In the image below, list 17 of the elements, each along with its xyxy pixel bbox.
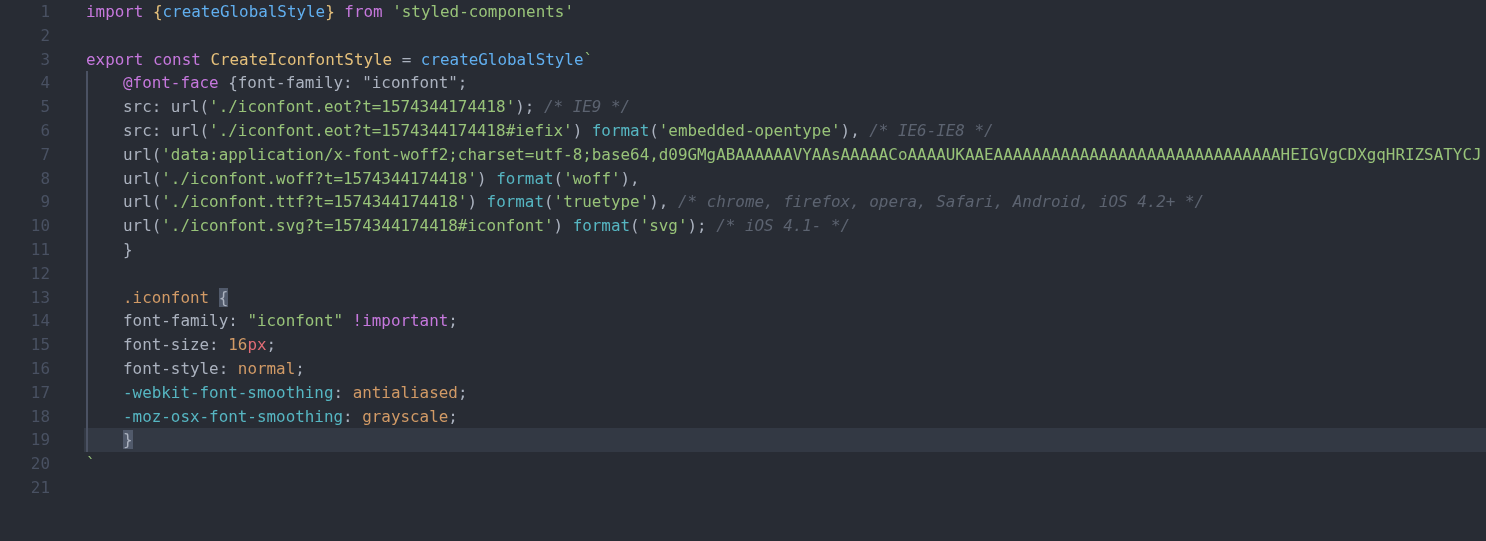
code-line: .iconfont { bbox=[123, 286, 229, 309]
code-line: src: url('./iconfont.eot?t=1574344174418#iefix') format('embedded-opentype'), /* IE6-IE8 */ bbox=[123, 120, 994, 142]
code-line: -moz-osx-font-smoothing: grayscale; bbox=[123, 405, 458, 428]
code-line: src: url('./iconfont.eot?t=1574344174418'); /* IE9 */ bbox=[123, 96, 631, 119]
code-line: -webkit-font-smoothing: antialiased; bbox=[123, 381, 468, 404]
code-line: @font-face {font-family: "iconfont"; bbox=[123, 72, 468, 95]
code-line: import {createGlobalStyle} from 'styled-components' bbox=[86, 1, 574, 23]
code-line: export const CreateIconfontStyle = createGlobalStyle` bbox=[86, 48, 594, 71]
code-line: } bbox=[123, 238, 133, 261]
code-line: ` bbox=[86, 453, 96, 476]
code-line: font-style: normal; bbox=[123, 357, 305, 380]
code-line: url('./iconfont.svg?t=1574344174418#iconfont') format('svg'); /* iOS 4.1- */ bbox=[123, 215, 851, 238]
code-line: font-size: 16px; bbox=[123, 334, 277, 357]
code-line: font-family: "iconfont" !important; bbox=[123, 310, 458, 333]
code-line: url('./iconfont.ttf?t=1574344174418') format('truetype'), /* chrome, firefox, opera, Safari, Android, iOS 4.2+ */ bbox=[123, 191, 1205, 214]
code-line: url('data:application/x-font-woff2;charset=utf-8;base64,d09GMgABAAAAAAVYAAsAAAAACoAAAAUKAAEAAAAAAAAAAAAAAAAAAAAAAAAAAAAAAHEIGVgCDXgqHRIZSATYCJ bbox=[123, 143, 1482, 166]
code-line: url('./iconfont.woff?t=1574344174418') format('woff'), bbox=[123, 167, 640, 190]
